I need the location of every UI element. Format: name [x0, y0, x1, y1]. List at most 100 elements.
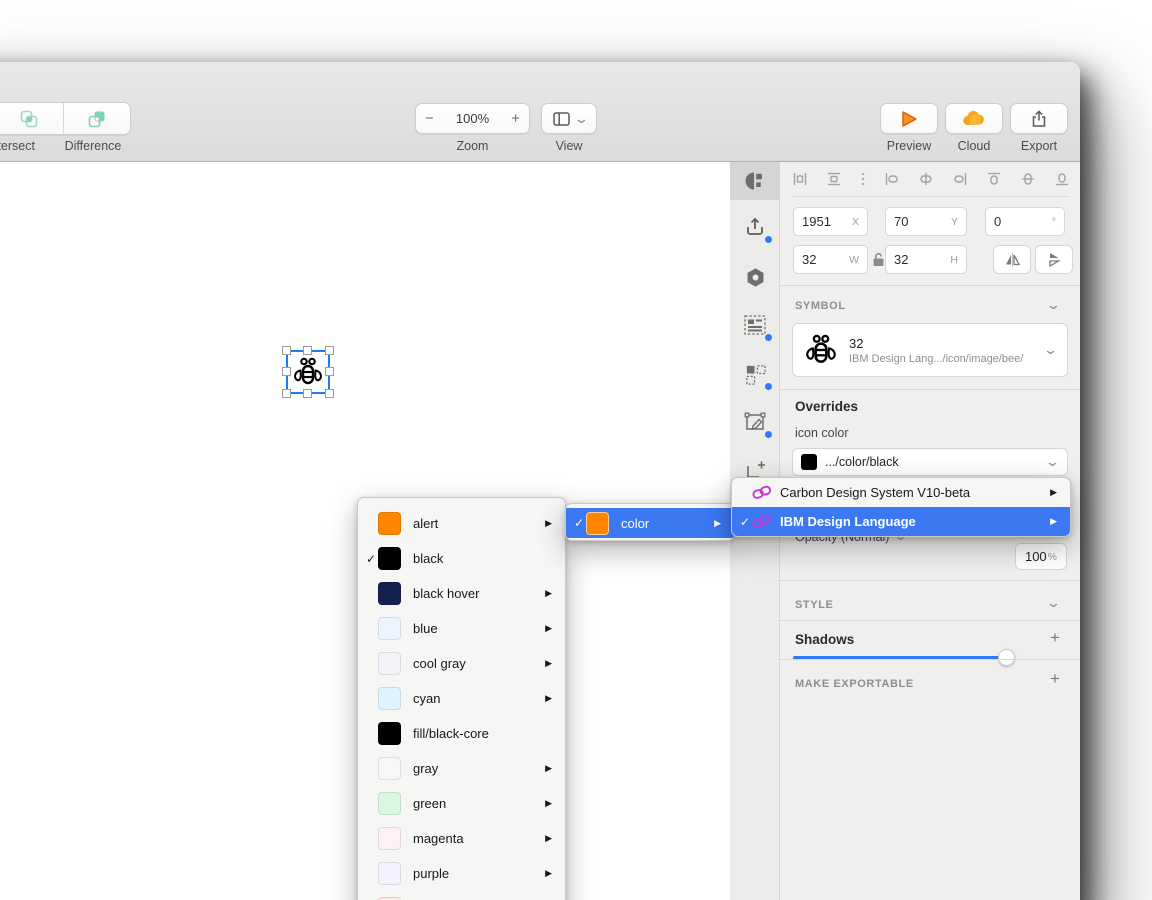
menu-item-color[interactable]: ✓ color ▶: [566, 508, 734, 538]
menu-item-cool-gray[interactable]: cool gray ▶: [358, 646, 565, 681]
zoom-out-button[interactable]: −: [425, 110, 434, 127]
submenu-arrow-icon: ▶: [545, 623, 552, 633]
carbon-plugin-button[interactable]: [730, 162, 780, 200]
add-export-button[interactable]: +: [1050, 669, 1060, 689]
selection-handle[interactable]: [325, 389, 334, 398]
selection-handle[interactable]: [303, 389, 312, 398]
align-middle-vertical-icon[interactable]: [1020, 171, 1036, 187]
menu-item-label: magenta: [413, 831, 464, 846]
make-exportable-label: MAKE EXPORTABLE: [795, 678, 914, 690]
style-header-label: STYLE: [795, 599, 834, 611]
width-field[interactable]: 32 W: [793, 245, 868, 274]
selection-handle[interactable]: [303, 346, 312, 355]
height-unit: H: [950, 253, 958, 266]
align-left-icon[interactable]: [884, 171, 900, 187]
menu-item-ibm-design-language[interactable]: ✓ IBM Design Language ▶: [732, 507, 1070, 536]
add-shadow-button[interactable]: +: [1050, 628, 1060, 648]
icon-color-chevron-icon: ⌄: [1044, 454, 1061, 469]
style-section-header[interactable]: STYLE: [795, 595, 833, 613]
library-menu: Carbon Design System V10-beta ▶ ✓ IBM De…: [731, 477, 1071, 537]
align-bottom-icon[interactable]: [1054, 171, 1070, 187]
y-position-field[interactable]: 70 Y: [885, 207, 967, 236]
preview-button[interactable]: [880, 103, 938, 134]
play-icon: [902, 110, 917, 127]
color-swatch: [378, 617, 401, 640]
distribute-vertically-icon[interactable]: [826, 171, 842, 187]
submenu-arrow-icon: ▶: [545, 658, 552, 668]
opacity-value: 100: [1024, 549, 1047, 564]
menu-item-black-hover[interactable]: black hover ▶: [358, 576, 565, 611]
cloud-button[interactable]: [945, 103, 1003, 134]
menu-item-carbon-design-system[interactable]: Carbon Design System V10-beta ▶: [732, 478, 1070, 507]
menu-item-black[interactable]: ✓ black: [358, 541, 565, 576]
menu-item-cyan[interactable]: cyan ▶: [358, 681, 565, 716]
difference-button[interactable]: [62, 103, 130, 134]
menu-item-partial[interactable]: [358, 891, 565, 900]
submenu-arrow-icon: ▶: [545, 833, 552, 843]
share-symbols-button[interactable]: [730, 205, 780, 249]
layout-panel-button[interactable]: [730, 303, 780, 347]
menu-item-magenta[interactable]: magenta ▶: [358, 821, 565, 856]
menu-item-blue[interactable]: blue ▶: [358, 611, 565, 646]
selected-bee-symbol[interactable]: [282, 346, 334, 398]
flip-horizontal-icon: [1005, 253, 1020, 267]
color-swatch: [378, 547, 401, 570]
x-unit: X: [851, 215, 859, 228]
symbols-panel-button[interactable]: [730, 352, 780, 396]
selection-handle[interactable]: [282, 367, 291, 376]
make-exportable-header: MAKE EXPORTABLE: [795, 674, 914, 692]
flip-vertical-button[interactable]: [1035, 245, 1073, 274]
symbol-collapse-chevron-icon[interactable]: ⌄: [1046, 298, 1061, 311]
menu-item-green[interactable]: green ▶: [358, 786, 565, 821]
menu-item-purple[interactable]: purple ▶: [358, 856, 565, 891]
view-button[interactable]: ⌄: [541, 103, 597, 134]
selection-handle[interactable]: [282, 346, 291, 355]
height-field[interactable]: 32 H: [885, 245, 967, 274]
flip-horizontal-button[interactable]: [993, 245, 1031, 274]
symbol-path: IBM Design Lang.../icon/image/bee/: [849, 352, 1024, 365]
more-options-icon[interactable]: [860, 171, 866, 187]
align-right-icon[interactable]: [952, 171, 968, 187]
submenu-arrow-icon: ▶: [1050, 516, 1057, 526]
preview-label: Preview: [886, 139, 932, 153]
bee-icon: [806, 334, 836, 363]
style-collapse-chevron-icon[interactable]: ⌄: [1046, 596, 1061, 609]
menu-item-alert[interactable]: alert ▶: [358, 506, 565, 541]
zoom-value[interactable]: 100%: [456, 111, 489, 126]
selection-handle[interactable]: [325, 367, 334, 376]
settings-button[interactable]: [730, 255, 780, 299]
edit-vector-button[interactable]: [730, 400, 780, 444]
menu-item-gray[interactable]: gray ▶: [358, 751, 565, 786]
menu-item-label: cyan: [413, 691, 441, 706]
zoom-in-button[interactable]: +: [511, 110, 520, 127]
icon-color-label: icon color: [795, 426, 849, 440]
icon-color-select[interactable]: .../color/black ⌄: [792, 448, 1068, 476]
submenu-arrow-icon: ▶: [714, 517, 721, 528]
upload-icon: [747, 217, 763, 235]
align-center-horizontal-icon[interactable]: [918, 171, 934, 187]
submenu-arrow-icon: ▶: [545, 763, 552, 773]
color-swatch: [586, 511, 609, 535]
notification-dot: [765, 431, 772, 438]
opacity-slider-thumb[interactable]: [998, 649, 1015, 666]
x-position-field[interactable]: 1951 X: [793, 207, 868, 236]
selection-handle[interactable]: [325, 346, 334, 355]
export-button[interactable]: [1010, 103, 1068, 134]
selection-handle[interactable]: [282, 389, 291, 398]
align-top-icon[interactable]: [986, 171, 1002, 187]
rotation-field[interactable]: 0 °: [985, 207, 1065, 236]
rotation-value: 0: [994, 214, 1002, 229]
distribute-horizontally-icon[interactable]: [792, 171, 808, 187]
submenu-arrow-icon: ▶: [545, 798, 552, 808]
opacity-value-field[interactable]: 100 %: [1015, 543, 1067, 570]
intersect-button[interactable]: [0, 103, 63, 134]
symbol-picker[interactable]: 32 IBM Design Lang.../icon/image/bee/ ⌄: [792, 323, 1068, 377]
width-unit: W: [849, 253, 859, 266]
menu-item-label: gray: [413, 761, 439, 776]
menu-item-label: alert: [413, 516, 439, 531]
screenshot-stage: Intersect Difference − 100% + Zoom ⌄ Vie…: [0, 0, 1152, 900]
divider: [780, 285, 1080, 286]
menu-item-fill-black-core[interactable]: fill/black-core: [358, 716, 565, 751]
difference-icon: [88, 111, 105, 127]
lock-ratio-icon[interactable]: [872, 252, 885, 267]
